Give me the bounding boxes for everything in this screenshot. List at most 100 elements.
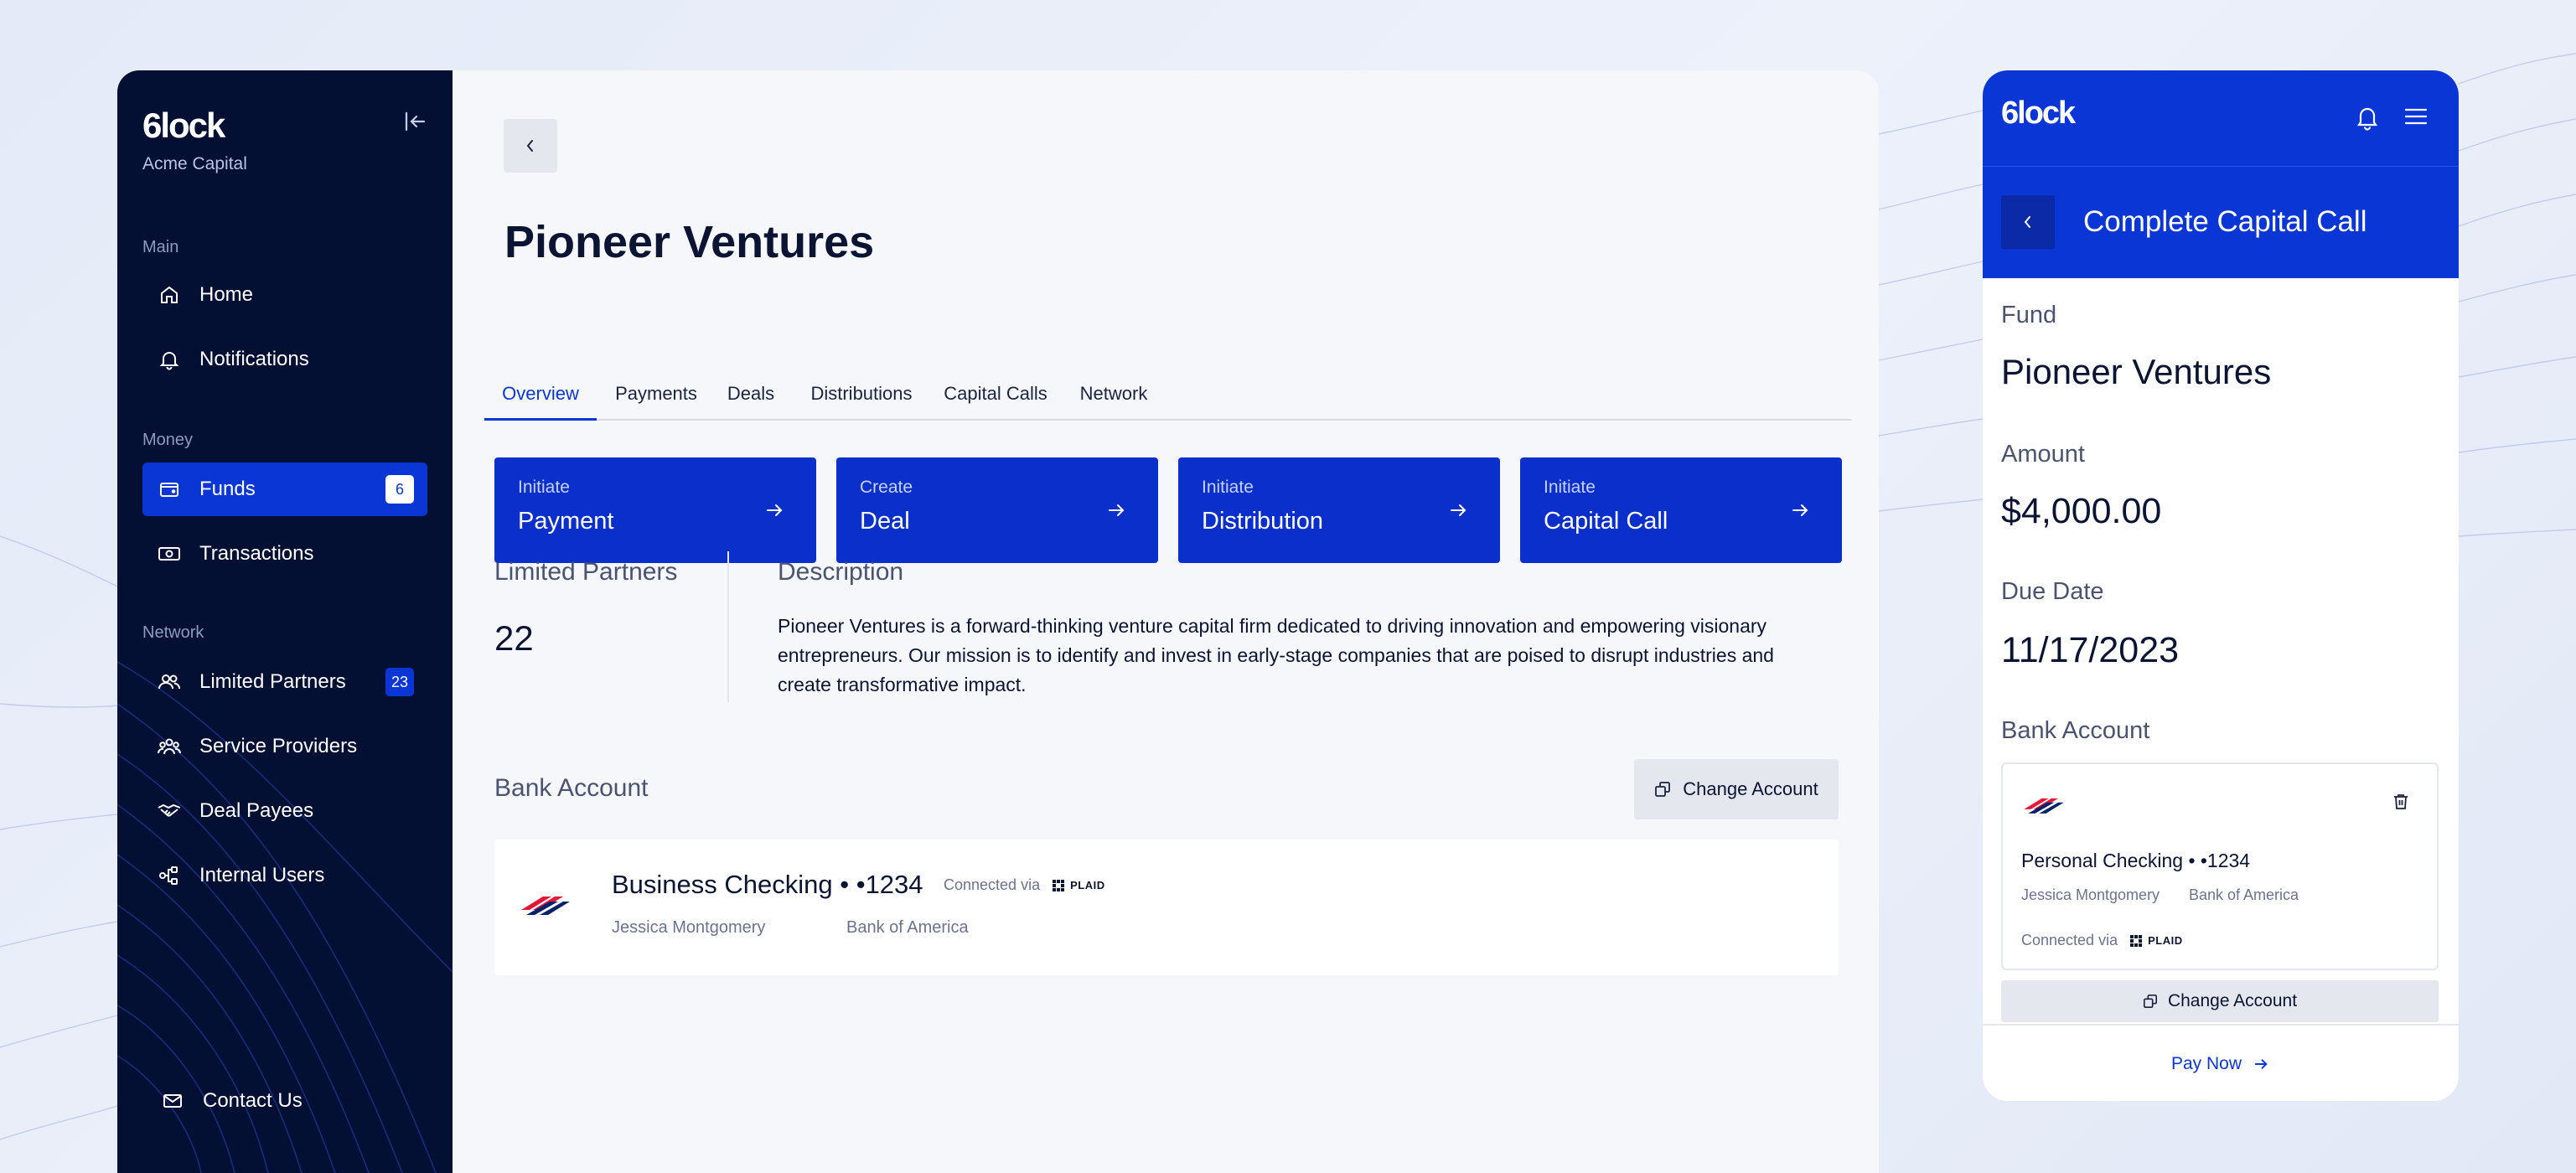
network-icon <box>156 862 183 889</box>
mobile-title-bar: Complete Capital Call <box>1983 166 2459 278</box>
wallet-icon <box>156 476 183 503</box>
bank-name: Bank of America <box>846 918 969 937</box>
action-verb: Initiate <box>518 478 570 497</box>
arrow-right-icon <box>767 504 783 516</box>
arrow-right-icon <box>1451 504 1466 516</box>
action-noun: Deal <box>860 508 910 535</box>
change-account-label: Change Account <box>2167 991 2298 1010</box>
fund-label: Fund <box>2001 302 2057 328</box>
plaid-logo: PLAID <box>2128 933 2183 949</box>
account-name: Business Checking • •1234 <box>612 870 923 899</box>
swap-cards-icon <box>1655 782 1671 797</box>
sidebar-item-limited-partners[interactable]: Limited Partners 23 <box>142 655 427 709</box>
bank-name: Bank of America <box>2189 886 2299 903</box>
sidebar-item-transactions[interactable]: Transactions <box>142 527 427 581</box>
back-button[interactable] <box>504 119 557 173</box>
change-account-label: Change Account <box>1683 778 1818 799</box>
sidebar-item-label: Transactions <box>199 542 314 565</box>
tab-payments[interactable]: Payments <box>610 367 702 421</box>
collapse-sidebar-icon[interactable] <box>402 109 432 139</box>
sidebar-section-money: Money <box>142 431 194 449</box>
sidebar-item-deal-payees[interactable]: Deal Payees <box>142 784 427 838</box>
sidebar-item-label: Notifications <box>199 348 309 370</box>
sidebar-item-notifications[interactable]: Notifications <box>142 333 427 386</box>
cash-icon <box>156 540 183 567</box>
plaid-wordmark: PLAID <box>2148 934 2183 947</box>
bell-icon[interactable] <box>2355 104 2380 135</box>
plaid-logo: PLAID <box>1050 877 1105 894</box>
bank-account-label: Bank Account <box>2001 717 2150 744</box>
due-date-value: 11/17/2023 <box>2001 630 2180 670</box>
page-title: Pioneer Ventures <box>504 217 875 267</box>
mobile-footer: Pay Now <box>1983 1024 2459 1101</box>
swap-cards-icon <box>2143 994 2157 1009</box>
tab-deals[interactable]: Deals <box>716 367 786 421</box>
change-account-button[interactable]: Change Account <box>1634 759 1839 819</box>
description-text: Pioneer Ventures is a forward-thinking v… <box>778 615 1774 695</box>
mobile-bank-account-card[interactable]: Personal Checking • •1234 Jessica Montgo… <box>2001 762 2439 970</box>
arrow-right-icon <box>1792 504 1808 516</box>
trash-icon[interactable] <box>2392 793 2410 811</box>
account-holder: Jessica Montgomery <box>2021 886 2160 903</box>
account-holder: Jessica Montgomery <box>612 918 766 937</box>
users-icon <box>156 669 183 695</box>
action-verb: Create <box>860 478 913 497</box>
sidebar-item-funds[interactable]: Funds 6 <box>142 462 427 516</box>
sidebar-item-label: Funds <box>199 478 256 500</box>
amount-label: Amount <box>2001 441 2085 468</box>
tab-overview[interactable]: Overview <box>484 367 597 421</box>
pay-now-button[interactable]: Pay Now <box>1983 1026 2459 1101</box>
fund-value: Pioneer Ventures <box>2001 352 2272 391</box>
arrow-right-icon <box>2254 1059 2268 1069</box>
account-name: Personal Checking • •1234 <box>2021 850 2251 871</box>
create-deal-button[interactable]: Create Deal <box>836 457 1158 563</box>
bank-of-america-logo <box>521 897 570 915</box>
sidebar-item-home[interactable]: Home <box>142 268 427 322</box>
sidebar: 6lock Acme Capital Main Home Notificatio… <box>117 70 453 1173</box>
limited-partners-count: 22 <box>494 618 534 658</box>
home-icon <box>156 282 183 308</box>
connected-via-label: Connected via <box>944 876 1041 893</box>
sidebar-item-contact-us[interactable]: Contact Us <box>146 1074 431 1128</box>
action-noun: Distribution <box>1202 508 1324 535</box>
brand-logo[interactable]: 6lock <box>2001 96 2076 132</box>
hamburger-menu-icon[interactable] <box>2403 104 2429 133</box>
mobile-change-account-button[interactable]: Change Account <box>2001 980 2439 1022</box>
sidebar-item-label: Service Providers <box>199 735 358 757</box>
plaid-icon <box>1053 879 1065 891</box>
action-noun: Payment <box>518 508 614 535</box>
tab-network[interactable]: Network <box>1068 367 1160 421</box>
initiate-payment-button[interactable]: Initiate Payment <box>494 457 816 563</box>
plaid-wordmark: PLAID <box>1070 879 1105 891</box>
action-verb: Initiate <box>1202 478 1254 497</box>
bank-account-card[interactable]: Business Checking • •1234 Connected via … <box>494 840 1839 975</box>
sidebar-item-service-providers[interactable]: Service Providers <box>142 720 427 773</box>
pay-now-label: Pay Now <box>2170 1054 2242 1073</box>
sidebar-section-main: Main <box>142 238 179 256</box>
mobile-header: 6lock <box>1983 70 2459 166</box>
tab-distributions[interactable]: Distributions <box>799 367 923 421</box>
main-content: Pioneer Ventures Overview Payments Deals… <box>453 70 1879 1173</box>
mobile-back-button[interactable] <box>2001 195 2055 249</box>
sidebar-item-label: Internal Users <box>199 864 325 886</box>
sidebar-item-internal-users[interactable]: Internal Users <box>142 849 427 902</box>
mobile-page-title: Complete Capital Call <box>2083 205 2367 238</box>
mail-icon <box>159 1088 186 1114</box>
sidebar-item-label: Home <box>199 283 254 306</box>
initiate-distribution-button[interactable]: Initiate Distribution <box>1178 457 1500 563</box>
initiate-capital-call-button[interactable]: Initiate Capital Call <box>1520 457 1842 563</box>
brand-logo[interactable]: 6lock <box>142 106 225 146</box>
mobile-app-window: 6lock Complete Capital Call Fund Pioneer… <box>1983 70 2459 1101</box>
sidebar-item-label: Contact Us <box>203 1089 303 1112</box>
connected-via: Connected via PLAID <box>2021 932 2183 949</box>
sidebar-section-network: Network <box>142 623 204 642</box>
bell-icon <box>156 346 183 373</box>
action-verb: Initiate <box>1544 478 1596 497</box>
bank-of-america-logo <box>2024 798 2064 814</box>
tab-bar: Overview Payments Deals Distributions Ca… <box>484 367 1852 421</box>
sidebar-item-label: Limited Partners <box>199 670 346 693</box>
description-label: Description <box>778 558 904 586</box>
action-noun: Capital Call <box>1544 508 1668 535</box>
tab-capital-calls[interactable]: Capital Calls <box>937 367 1054 421</box>
connected-via-label: Connected via <box>2021 932 2118 948</box>
